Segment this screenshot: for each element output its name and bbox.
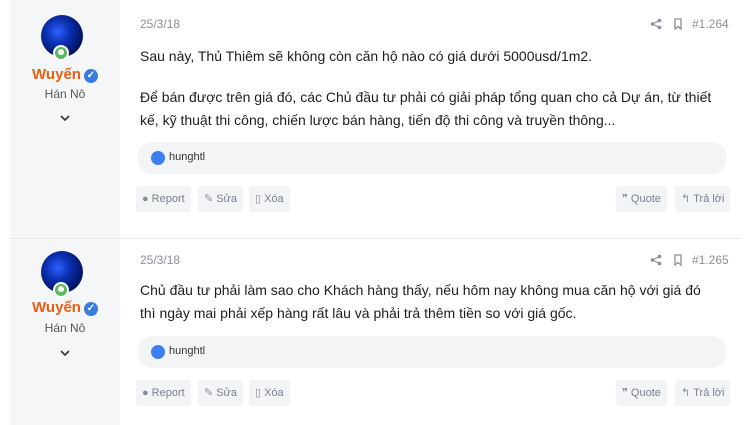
delete-button[interactable]: ▯ Xóa — [249, 186, 290, 212]
verified-badge-icon: ✓ — [83, 302, 98, 316]
delete-button[interactable]: ▯ Xóa — [249, 380, 290, 406]
delete-label: Xóa — [264, 387, 284, 399]
post-date[interactable]: 25/3/18 — [140, 17, 180, 31]
reaction-bar: hunghtl — [137, 336, 727, 368]
pencil-icon: ✎ — [204, 387, 214, 399]
trash-icon: ▯ — [255, 193, 262, 205]
report-button[interactable]: ● Report — [136, 380, 191, 406]
reaction-bar: hunghtl — [137, 142, 727, 174]
report-icon: ● — [142, 387, 149, 399]
trash-icon: ▯ — [255, 387, 262, 399]
chevron-down-icon[interactable] — [58, 111, 72, 125]
edit-button[interactable]: ✎ Sửa — [198, 380, 244, 406]
quote-label: Quote — [630, 387, 661, 399]
post-line: kế, kỹ thuật thi công, chiến lược bán hà… — [140, 112, 616, 128]
edit-label: Sửa — [216, 193, 238, 205]
post-line: Sau này, Thủ Thiêm sẽ không còn căn hộ n… — [140, 48, 593, 64]
report-icon: ● — [142, 193, 149, 205]
reply-icon: ↰ — [681, 193, 691, 205]
chevron-down-icon[interactable] — [58, 346, 72, 360]
post-line: thì ngày mai phải xếp hàng rất lâu và ph… — [140, 305, 577, 321]
report-label: Report — [151, 193, 185, 205]
post-line-blank — [140, 68, 730, 86]
quote-button[interactable]: ❞ Quote — [616, 186, 667, 212]
reply-icon: ↰ — [681, 387, 691, 399]
post-number[interactable]: #1.265 — [692, 253, 729, 267]
post-body: Chủ đầu tư phải làm sao cho Khách hàng t… — [140, 279, 730, 325]
quote-label: Quote — [630, 193, 661, 205]
bookmark-icon[interactable] — [672, 254, 684, 266]
username-text[interactable]: Wuyến — [32, 299, 81, 316]
pencil-icon: ✎ — [204, 193, 214, 205]
share-icon[interactable] — [650, 18, 662, 30]
post-date[interactable]: 25/3/18 — [140, 253, 180, 267]
edit-button[interactable]: ✎ Sửa — [198, 186, 244, 212]
bookmark-icon[interactable] — [672, 18, 684, 30]
reaction-user-link[interactable]: hunghtl — [169, 151, 205, 163]
username[interactable]: Wuyến ✓ — [10, 66, 120, 83]
post-2: Wuyến ✓ Hán Nô 25/3/18 #1.265 Chủ đầu tư … — [0, 239, 750, 425]
reply-button[interactable]: ↰ Trả lời — [675, 186, 731, 212]
like-reaction-icon — [151, 345, 165, 359]
post-1: Wuyến ✓ Hán Nô 25/3/18 #1.264 Sau này, Th… — [0, 0, 750, 238]
username-text[interactable]: Wuyến — [32, 66, 81, 83]
reaction-user-link[interactable]: hunghtl — [169, 345, 205, 357]
online-indicator-icon — [53, 45, 69, 61]
user-title: Hán Nô — [44, 87, 86, 101]
post-number[interactable]: #1.264 — [692, 17, 729, 31]
share-icon[interactable] — [650, 254, 662, 266]
report-button[interactable]: ● Report — [136, 186, 191, 212]
reply-button[interactable]: ↰ Trả lời — [675, 380, 731, 406]
quote-icon: ❞ — [622, 193, 628, 205]
user-title: Hán Nô — [44, 321, 86, 335]
online-indicator-icon — [53, 282, 69, 298]
report-label: Report — [151, 387, 185, 399]
post-line: Để bán được trên giá đó, các Chủ đầu tư … — [140, 89, 712, 105]
delete-label: Xóa — [264, 193, 284, 205]
verified-badge-icon: ✓ — [83, 69, 98, 83]
post-line: Chủ đầu tư phải làm sao cho Khách hàng t… — [140, 282, 701, 298]
reply-label: Trả lời — [693, 387, 725, 399]
user-column: Wuyến ✓ Hán Nô — [10, 239, 120, 425]
quote-button[interactable]: ❞ Quote — [616, 380, 667, 406]
username[interactable]: Wuyến ✓ — [10, 299, 120, 316]
post-body: Sau này, Thủ Thiêm sẽ không còn căn hộ n… — [140, 45, 730, 132]
reply-label: Trả lời — [693, 193, 725, 205]
quote-icon: ❞ — [622, 387, 628, 399]
edit-label: Sửa — [216, 387, 238, 399]
user-column: Wuyến ✓ Hán Nô — [10, 0, 120, 238]
like-reaction-icon — [151, 151, 165, 165]
